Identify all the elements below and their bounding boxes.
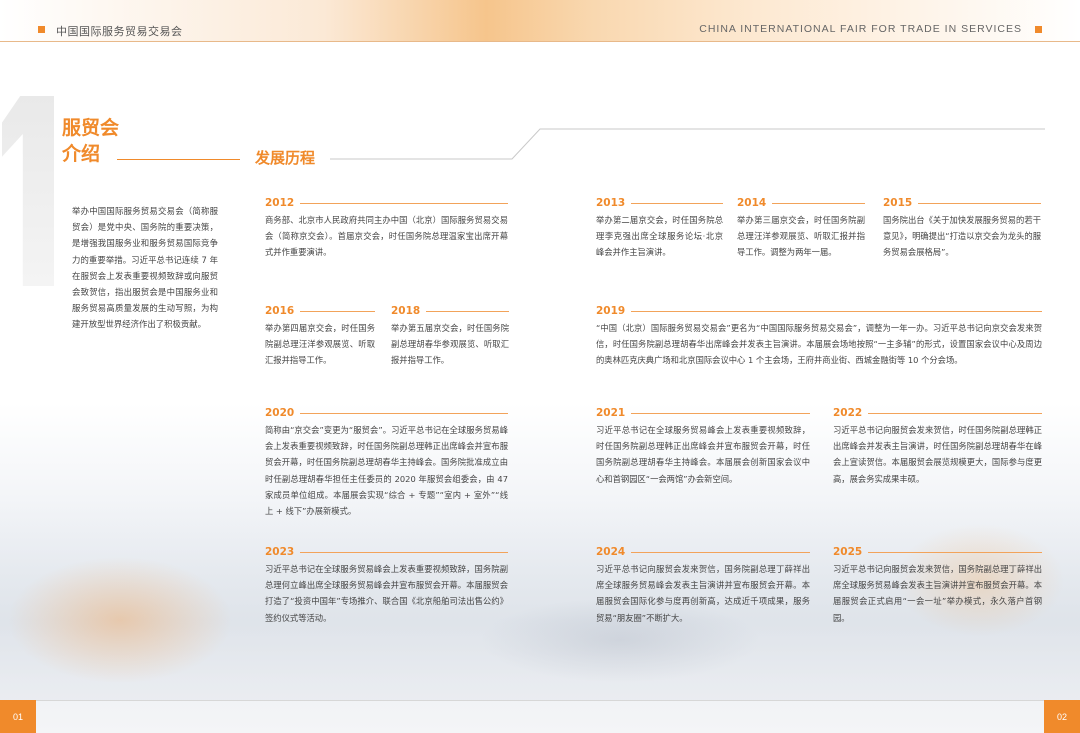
year-rule xyxy=(631,202,723,204)
timeline-item-2019: 2019 “中国（北京）国际服务贸易交易会”更名为“中国国际服务贸易交易会”，调… xyxy=(596,304,1042,369)
section-title-line2: 介绍 xyxy=(62,143,101,165)
year-rule xyxy=(772,202,865,204)
timeline-item-2012: 2012 商务部、北京市人民政府共同主办中国（北京）国际服务贸易交易会（简称京交… xyxy=(265,196,508,261)
timeline-item-2015: 2015 国务院出台《关于加快发展服务贸易的若干意见》，明确提出“打造以京交会为… xyxy=(883,196,1041,261)
timeline-text: 举办第三届京交会，时任国务院副总理汪洋参观展览、听取汇报并指导工作。调整为两年一… xyxy=(737,215,865,258)
year-rule xyxy=(918,202,1041,204)
timeline-item-2022: 2022 习近平总书记向服贸会发来贺信，时任国务院副总理韩正出席峰会并发表主旨演… xyxy=(833,406,1042,487)
timeline-text: 商务部、北京市人民政府共同主办中国（北京）国际服务贸易交易会（简称京交会）。首届… xyxy=(265,215,508,258)
timeline-text: 简称由“京交会”变更为“服贸会”。习近平总书记在全球服务贸易峰会上发表重要视频致… xyxy=(265,425,508,517)
timeline-text: “中国（北京）国际服务贸易交易会”更名为“中国国际服务贸易交易会”，调整为一年一… xyxy=(596,323,1042,366)
page-number-right: 02 xyxy=(1044,700,1080,733)
timeline-year: 2023 xyxy=(265,545,295,558)
timeline-year: 2022 xyxy=(833,406,863,419)
timeline-year: 2021 xyxy=(596,406,626,419)
timeline-item-2020: 2020 简称由“京交会”变更为“服贸会”。习近平总书记在全球服务贸易峰会上发表… xyxy=(265,406,508,519)
year-rule xyxy=(631,412,810,414)
page-number-left: 01 xyxy=(0,700,36,733)
timeline-year: 2013 xyxy=(596,196,626,209)
header-title-en: CHINA INTERNATIONAL FAIR FOR TRADE IN SE… xyxy=(699,23,1022,35)
timeline-item-2016: 2016 举办第四届京交会，时任国务院副总理汪洋参观展览、听取汇报并指导工作。 xyxy=(265,304,375,369)
timeline-year: 2019 xyxy=(596,304,626,317)
brochure-page: 中国国际服务贸易交易会 CHINA INTERNATIONAL FAIR FOR… xyxy=(0,0,1080,733)
header-title-cn: 中国国际服务贸易交易会 xyxy=(56,26,183,38)
year-rule xyxy=(868,412,1042,414)
timeline-year: 2024 xyxy=(596,545,626,558)
timeline-year: 2020 xyxy=(265,406,295,419)
timeline-text: 习近平总书记向服贸会发来贺信，国务院副总理丁薛祥出席全球服务贸易峰会发表主旨演讲… xyxy=(833,564,1042,623)
timeline-year: 2025 xyxy=(833,545,863,558)
section-title: 服贸会 介绍 xyxy=(62,115,119,167)
timeline-item-2021: 2021 习近平总书记在全球服务贸易峰会上发表重要视频致辞，时任国务院副总理韩正… xyxy=(596,406,810,487)
year-rule xyxy=(631,310,1042,312)
timeline-text: 习近平总书记向服贸会发来贺信，国务院副总理丁薛祥出席全球服务贸易峰会发表主旨演讲… xyxy=(596,564,810,623)
timeline-year: 2014 xyxy=(737,196,767,209)
section-number-graphic xyxy=(2,96,54,286)
timeline-text: 举办第五届京交会，时任国务院副总理胡春华参观展览、听取汇报并指导工作。 xyxy=(391,323,509,366)
timeline-year: 2015 xyxy=(883,196,913,209)
timeline-item-2018: 2018 举办第五届京交会，时任国务院副总理胡春华参观展览、听取汇报并指导工作。 xyxy=(391,304,509,369)
timeline-item-2023: 2023 习近平总书记在全球服务贸易峰会上发表重要视频致辞，国务院副总理何立峰出… xyxy=(265,545,508,626)
intro-paragraph: 举办中国国际服务贸易交易会（简称服贸会）是党中央、国务院的重要决策，是增强我国服… xyxy=(72,206,218,330)
timeline-item-2024: 2024 习近平总书记向服贸会发来贺信，国务院副总理丁薛祥出席全球服务贸易峰会发… xyxy=(596,545,810,626)
year-rule xyxy=(300,551,508,553)
timeline-text: 国务院出台《关于加快发展服务贸易的若干意见》，明确提出“打造以京交会为龙头的服务… xyxy=(883,215,1041,258)
decorative-line xyxy=(330,128,1045,160)
section-subtitle: 发展历程 xyxy=(255,149,316,167)
footer-rule xyxy=(0,700,1080,701)
timeline-year: 2016 xyxy=(265,304,295,317)
timeline-item-2013: 2013 举办第二届京交会，时任国务院总理李克强出席全球服务论坛·北京峰会并作主… xyxy=(596,196,723,261)
year-rule xyxy=(300,412,508,414)
year-rule xyxy=(868,551,1042,553)
header-square-left xyxy=(38,26,45,33)
section-title-line1: 服贸会 xyxy=(62,117,120,139)
timeline-text: 习近平总书记在全球服务贸易峰会上发表重要视频致辞，国务院副总理何立峰出席全球服务… xyxy=(265,564,508,623)
timeline-item-2014: 2014 举办第三届京交会，时任国务院副总理汪洋参观展览、听取汇报并指导工作。调… xyxy=(737,196,865,261)
timeline-text: 习近平总书记向服贸会发来贺信，时任国务院副总理韩正出席峰会并发表主旨演讲，时任国… xyxy=(833,425,1042,484)
header-square-right xyxy=(1035,26,1042,33)
timeline-year: 2012 xyxy=(265,196,295,209)
year-rule xyxy=(631,551,810,553)
title-underline xyxy=(117,159,240,160)
year-rule xyxy=(300,310,375,312)
year-rule xyxy=(426,310,509,312)
timeline-year: 2018 xyxy=(391,304,421,317)
timeline-text: 习近平总书记在全球服务贸易峰会上发表重要视频致辞，时任国务院副总理韩正出席峰会并… xyxy=(596,425,810,484)
timeline-text: 举办第四届京交会，时任国务院副总理汪洋参观展览、听取汇报并指导工作。 xyxy=(265,323,375,366)
timeline-text: 举办第二届京交会，时任国务院总理李克强出席全球服务论坛·北京峰会并作主旨演讲。 xyxy=(596,215,723,258)
timeline-item-2025: 2025 习近平总书记向服贸会发来贺信，国务院副总理丁薛祥出席全球服务贸易峰会发… xyxy=(833,545,1042,626)
year-rule xyxy=(300,202,508,204)
